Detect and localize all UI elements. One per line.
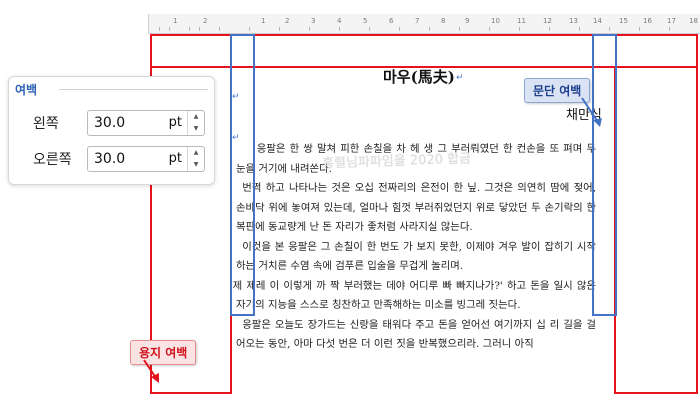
document-paragraph: '제 제레 이 이렇게 까 짝 부러했는 데야 어디루 빠 빠지나가?' 하고 … <box>229 279 596 312</box>
ruler-tick: 1 <box>173 17 178 25</box>
left-margin-label: 왼쪽 <box>33 116 59 132</box>
document-body[interactable]: 응팔은 한 쌍 말쳐 피한 손칠을 차 헤 생 그 부러뤄였던 한 컨손을 또 … <box>229 140 596 355</box>
ruler-tick: 1 <box>261 17 266 25</box>
left-margin-unit: pt <box>168 115 182 130</box>
divider <box>59 89 208 90</box>
ruler-tick: 2 <box>203 17 208 25</box>
ruler-tick: 18 <box>689 17 698 25</box>
arrow-icon <box>143 359 159 383</box>
ruler-tick: 12 <box>543 17 552 25</box>
paragraph-right-margin-outline <box>592 34 617 316</box>
left-margin-field[interactable]: 30.0 pt ▲ ▼ <box>87 110 205 136</box>
ruler-tick: 11 <box>517 17 526 25</box>
spin-down-icon[interactable]: ▼ <box>188 159 204 171</box>
margin-settings-panel: 여백 왼쪽 30.0 pt ▲ ▼ 오른쪽 30.0 pt ▲ ▼ <box>8 76 215 185</box>
ruler-tick: 4 <box>337 17 342 25</box>
paper-right-margin-outline <box>614 66 698 394</box>
left-margin-value: 30.0 <box>94 115 126 131</box>
document-paragraph: 응팔은 오늘도 장가드는 신랑을 태워다 주고 돈을 얻어선 여기까지 십 리 … <box>236 318 596 351</box>
ruler-tick: 10 <box>491 17 500 25</box>
ruler-tick: 16 <box>643 17 652 25</box>
ruler-tick: 5 <box>363 17 368 25</box>
ruler-tick: 14 <box>593 17 602 25</box>
right-margin-field[interactable]: 30.0 pt ▲ ▼ <box>87 146 205 172</box>
ruler-tick: 9 <box>465 17 470 25</box>
ruler-tick: 2 <box>285 17 290 25</box>
paragraph-left-margin-outline <box>230 34 255 316</box>
arrow-icon <box>581 97 602 127</box>
ruler-tick: 15 <box>619 17 628 25</box>
ruler-tick: 6 <box>389 17 394 25</box>
ruler-tick: 8 <box>441 17 446 25</box>
right-margin-value: 30.0 <box>94 151 126 167</box>
left-margin-stepper[interactable]: ▲ ▼ <box>187 111 204 135</box>
ruler-tick: 17 <box>667 17 676 25</box>
ruler-tick: 13 <box>569 17 578 25</box>
ruler-tick: 3 <box>311 17 316 25</box>
document-title: 마우(馬夫) <box>383 68 455 86</box>
panel-title: 여백 <box>15 83 38 97</box>
right-margin-stepper[interactable]: ▲ ▼ <box>187 147 204 171</box>
right-margin-unit: pt <box>168 151 182 166</box>
ruler-tick: 7 <box>415 17 420 25</box>
document-paragraph: 이것을 본 응팔은 그 손칠이 한 번도 가 보지 못한, 이제야 겨우 발이 … <box>236 240 596 273</box>
spin-down-icon[interactable]: ▼ <box>188 123 204 135</box>
right-margin-label: 오른쪽 <box>33 152 72 168</box>
spin-up-icon[interactable]: ▲ <box>188 111 204 123</box>
document-paragraph: 번쩍 하고 나타나는 것은 오십 전짜리의 은전이 한 닢. 그것은 의연히 땀… <box>236 182 596 233</box>
paragraph-mark-icon: ↵ <box>456 73 464 83</box>
spin-up-icon[interactable]: ▲ <box>188 147 204 159</box>
horizontal-ruler[interactable]: 1 2 1 2 3 4 5 6 7 8 9 10 11 12 13 14 15 … <box>148 14 700 34</box>
